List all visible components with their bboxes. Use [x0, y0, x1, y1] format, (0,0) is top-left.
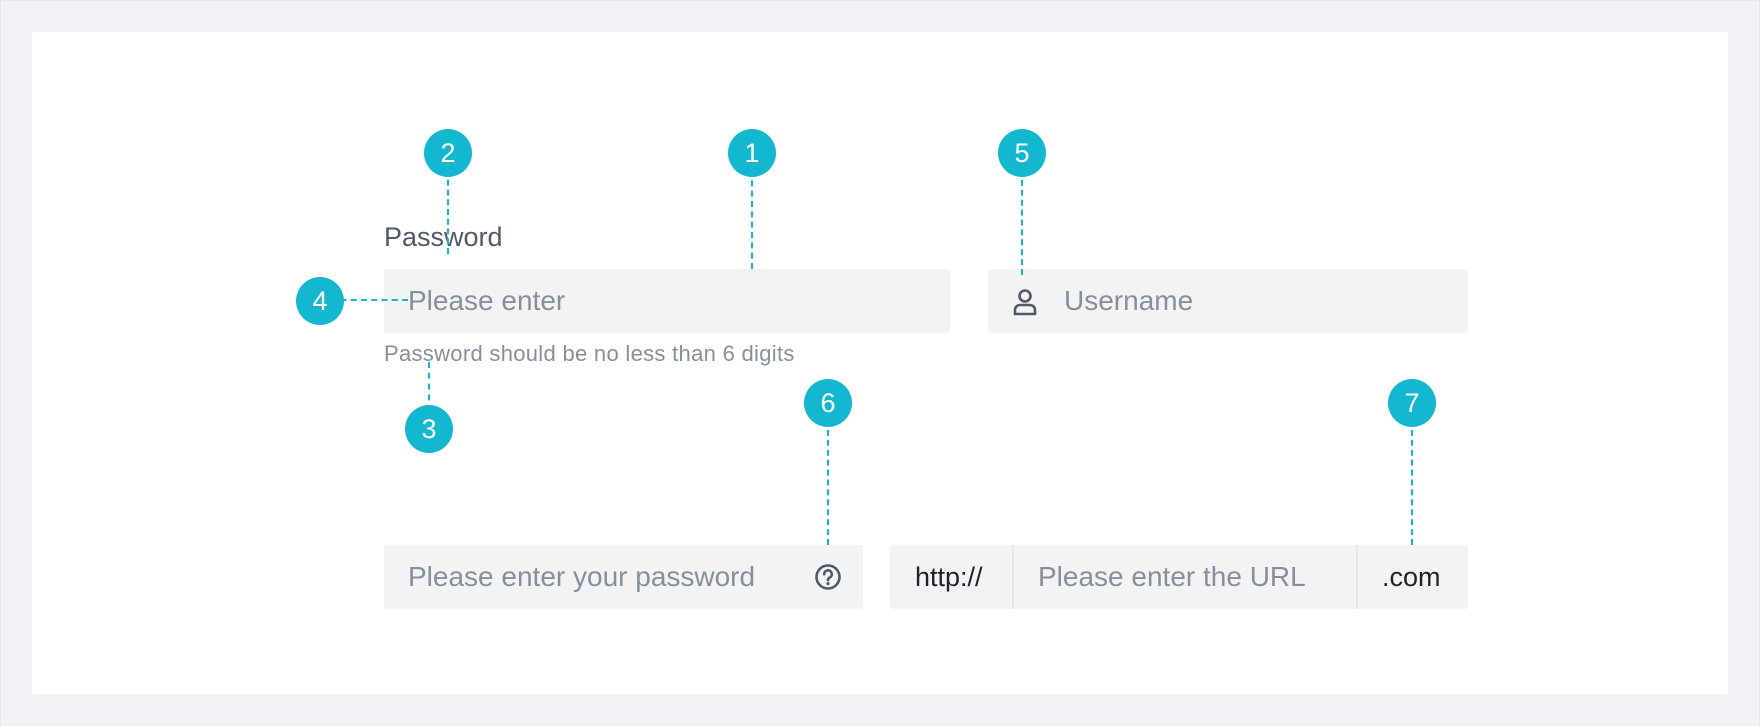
callout-3-badge: 3 [405, 405, 453, 453]
url-placeholder: Please enter the URL [1038, 561, 1306, 592]
url-suffix-addon: .com [1382, 562, 1441, 592]
callout-2-badge: 2 [424, 129, 472, 177]
form-panel: Password Please enter Password should be… [32, 32, 1728, 694]
password-help-text: Password should be no less than 6 digits [384, 341, 795, 366]
password-input[interactable]: Please enter [384, 269, 950, 333]
callout-4-badge: 4 [296, 277, 344, 325]
url-suffix-divider [1356, 545, 1358, 609]
callout-7-leader [1411, 420, 1413, 545]
username-placeholder: Username [1064, 285, 1194, 316]
username-input[interactable]: Username [988, 269, 1468, 333]
password-placeholder: Please enter [408, 285, 566, 316]
callout-2-leader [447, 170, 449, 254]
callout-1-badge: 1 [728, 129, 776, 177]
url-prefix-addon: http:// [915, 562, 983, 592]
callout-6-badge: 6 [804, 379, 852, 427]
callout-1-leader [751, 170, 753, 269]
callout-6-leader [827, 420, 829, 545]
url-input-group[interactable]: http:// Please enter the URL .com [890, 545, 1468, 609]
password-label: Password [384, 222, 503, 252]
url-prefix-divider [1012, 545, 1014, 609]
password-suffix-placeholder: Please enter your password [408, 561, 756, 592]
user-icon [1012, 288, 1038, 316]
question-circle-icon[interactable] [814, 563, 842, 591]
callout-7-badge: 7 [1388, 379, 1436, 427]
callout-5-leader [1021, 170, 1023, 275]
password-suffix-input[interactable]: Please enter your password [384, 545, 863, 609]
callout-5-badge: 5 [998, 129, 1046, 177]
